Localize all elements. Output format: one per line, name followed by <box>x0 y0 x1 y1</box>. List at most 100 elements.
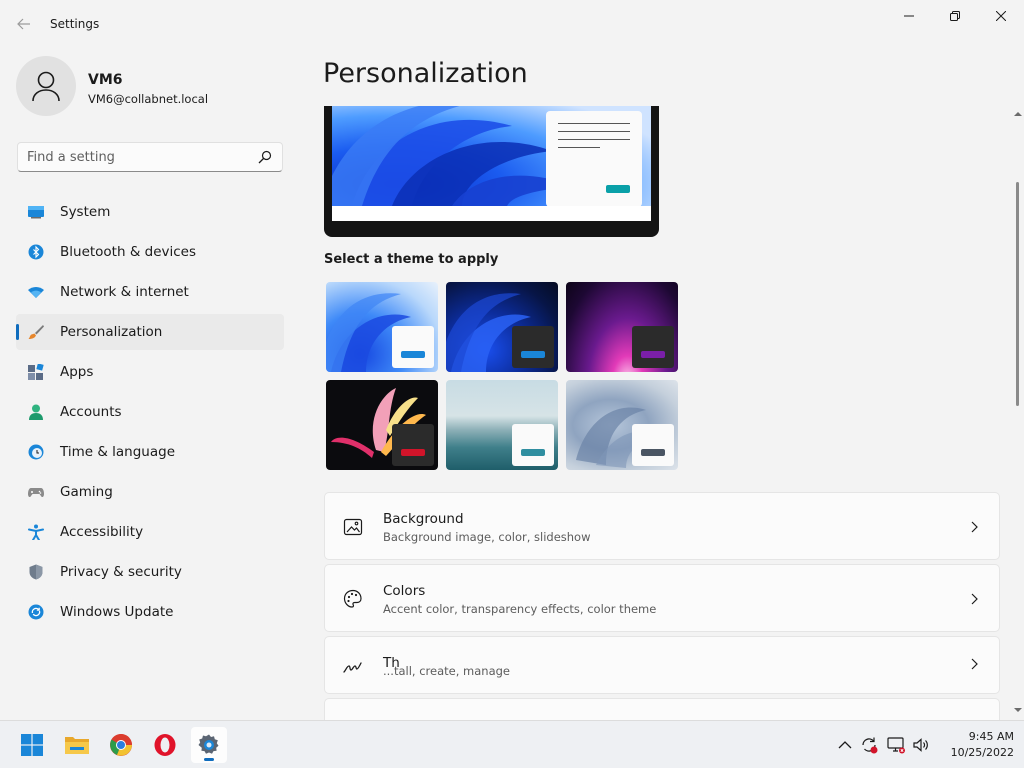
sidebar-item-apps[interactable]: Apps <box>16 354 284 390</box>
sidebar-item-label: Network & internet <box>60 284 189 300</box>
monitor-icon <box>28 206 44 219</box>
active-app-indicator <box>204 758 214 761</box>
chevron-right-icon <box>971 521 978 533</box>
card-themes[interactable]: Th ...tall, create, manage <box>324 636 1000 694</box>
clock-time: 9:45 AM <box>968 730 1014 743</box>
content-scrollbar[interactable] <box>1012 106 1024 718</box>
card-subtitle: Accent color, transparency effects, colo… <box>383 602 657 616</box>
close-button[interactable] <box>978 0 1024 32</box>
sidebar-item-label: Gaming <box>60 484 113 500</box>
image-icon <box>343 518 363 536</box>
theme-tile-windows-light[interactable] <box>326 282 438 372</box>
network-icon[interactable] <box>886 735 906 755</box>
scroll-down-icon[interactable] <box>1014 706 1022 714</box>
restore-button[interactable] <box>932 0 978 32</box>
sidebar-item-system[interactable]: System <box>16 194 284 230</box>
theme-tile-flow[interactable] <box>566 380 678 470</box>
accessibility-icon <box>28 524 44 540</box>
apps-icon <box>28 364 44 380</box>
sidebar-item-privacy-security[interactable]: Privacy & security <box>16 554 284 590</box>
chevron-right-icon <box>971 593 978 605</box>
card-title: Colors <box>383 583 426 599</box>
theme-grid <box>326 282 686 472</box>
theme-preview <box>324 106 659 237</box>
gamepad-icon <box>28 488 44 498</box>
search-box[interactable] <box>17 142 283 172</box>
sidebar-item-network[interactable]: Network & internet <box>16 274 284 310</box>
search-icon[interactable] <box>258 150 272 164</box>
clock[interactable]: 9:45 AM 10/25/2022 <box>940 729 1014 761</box>
sidebar-item-personalization[interactable]: Personalization <box>16 314 284 350</box>
chrome-button[interactable] <box>103 727 139 763</box>
sidebar-item-windows-update[interactable]: Windows Update <box>16 594 284 630</box>
card-colors[interactable]: Colors Accent color, transparency effect… <box>324 564 1000 632</box>
volume-icon[interactable] <box>911 735 931 755</box>
bluetooth-icon <box>28 244 44 260</box>
scrollbar-thumb[interactable] <box>1016 182 1019 406</box>
sidebar-item-label: Apps <box>60 364 94 380</box>
sidebar-item-label: Privacy & security <box>60 564 182 580</box>
wifi-icon <box>28 287 44 298</box>
opera-icon <box>154 734 176 756</box>
content-pane: Select a theme to apply Background Backg… <box>300 106 1010 720</box>
preview-screen <box>332 106 651 221</box>
sidebar-item-label: Time & language <box>60 444 176 460</box>
sidebar-item-accounts[interactable]: Accounts <box>16 394 284 430</box>
avatar <box>16 56 76 116</box>
theme-tile-captured-motion[interactable] <box>326 380 438 470</box>
file-explorer-button[interactable] <box>59 727 95 763</box>
card-subtitle: ...tall, create, manage <box>383 664 510 678</box>
minimize-button[interactable] <box>886 0 932 32</box>
card-partial[interactable] <box>324 698 1000 720</box>
sidebar-item-label: Windows Update <box>60 604 174 620</box>
settings-window: Settings VM6 VM6@collabnet.local System … <box>0 0 1024 720</box>
person-icon <box>32 71 60 102</box>
theme-tile-windows-dark[interactable] <box>446 282 558 372</box>
sidebar-item-gaming[interactable]: Gaming <box>16 474 284 510</box>
windows-start-icon <box>21 734 43 756</box>
restore-icon <box>950 11 960 21</box>
chevron-right-icon <box>971 658 978 670</box>
settings-taskbar-button[interactable] <box>191 727 227 763</box>
theme-tile-sunrise[interactable] <box>446 380 558 470</box>
back-button[interactable] <box>10 12 38 36</box>
opera-button[interactable] <box>147 727 183 763</box>
profile-email: VM6@collabnet.local <box>88 92 209 106</box>
taskbar: 9:45 AM 10/25/2022 <box>0 720 1024 768</box>
minimize-icon <box>904 15 914 17</box>
theme-tile-glow[interactable] <box>566 282 678 372</box>
sidebar-item-label: System <box>60 204 111 220</box>
sidebar-item-label: Personalization <box>60 324 163 340</box>
close-icon <box>996 11 1006 21</box>
start-button[interactable] <box>14 727 50 763</box>
sync-icon[interactable] <box>859 735 879 755</box>
sidebar-item-bluetooth[interactable]: Bluetooth & devices <box>16 234 284 270</box>
profile-name: VM6 <box>88 72 123 88</box>
update-icon <box>28 604 44 620</box>
sidebar-item-label: Accessibility <box>60 524 144 540</box>
user-profile[interactable]: VM6 VM6@collabnet.local <box>16 56 286 118</box>
paintbrush-icon <box>28 325 44 339</box>
back-arrow-icon <box>17 18 30 30</box>
card-title: Background <box>383 511 464 527</box>
sidebar-item-time-language[interactable]: Time & language <box>16 434 284 470</box>
chevron-up-icon[interactable] <box>835 735 855 755</box>
shield-icon <box>29 564 43 580</box>
preview-wallpaper <box>332 106 651 206</box>
app-title: Settings <box>50 17 100 31</box>
search-input[interactable] <box>18 143 254 171</box>
settings-gear-icon <box>198 734 219 754</box>
file-explorer-icon <box>65 737 89 754</box>
title-bar: Settings <box>0 0 1024 48</box>
brush-stroke-icon <box>343 662 362 673</box>
theme-section-label: Select a theme to apply <box>324 252 499 267</box>
card-background[interactable]: Background Background image, color, slid… <box>324 492 1000 560</box>
sidebar-item-label: Accounts <box>60 404 122 420</box>
sidebar-item-label: Bluetooth & devices <box>60 244 197 260</box>
page-title: Personalization <box>323 58 528 89</box>
card-subtitle: Background image, color, slideshow <box>383 530 591 544</box>
preview-window <box>546 111 642 206</box>
scroll-up-icon[interactable] <box>1014 110 1022 118</box>
sidebar-item-accessibility[interactable]: Accessibility <box>16 514 284 550</box>
globe-clock-icon <box>28 444 44 460</box>
